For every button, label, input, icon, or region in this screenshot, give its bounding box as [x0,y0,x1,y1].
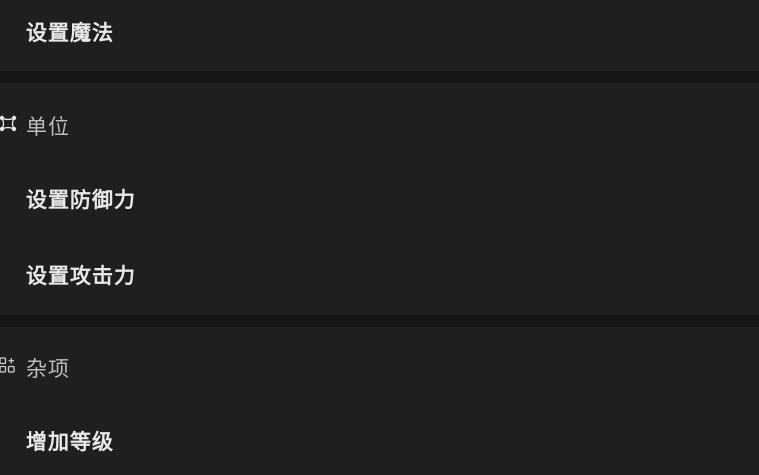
section-misc-panel: 杂项 增加等级 [0,327,759,475]
section-header-unit: 单位 [0,103,759,143]
menu-item-set-magic[interactable]: 设置魔法 [0,12,759,52]
menu-item-label: 设置防御力 [26,188,136,212]
menu-page: 设置魔法 单位 设置防御力 设置攻击力 杂项 增加等级 [0,0,759,475]
menu-item-set-defense[interactable]: 设置防御力 [0,179,759,219]
section-header-misc: 杂项 [0,345,759,385]
menu-item-add-level[interactable]: 增加等级 [0,421,759,461]
menu-item-label: 设置攻击力 [26,264,136,288]
menu-panel-top: 设置魔法 [0,0,759,71]
section-title-unit: 单位 [26,115,70,139]
misc-grid-plus-icon [0,357,15,373]
menu-item-set-attack[interactable]: 设置攻击力 [0,255,759,295]
section-title-misc: 杂项 [26,357,70,381]
unit-nodes-icon [0,115,17,132]
section-unit-panel: 单位 设置防御力 设置攻击力 [0,83,759,315]
menu-item-label: 增加等级 [26,430,114,454]
menu-item-label: 设置魔法 [26,21,114,45]
